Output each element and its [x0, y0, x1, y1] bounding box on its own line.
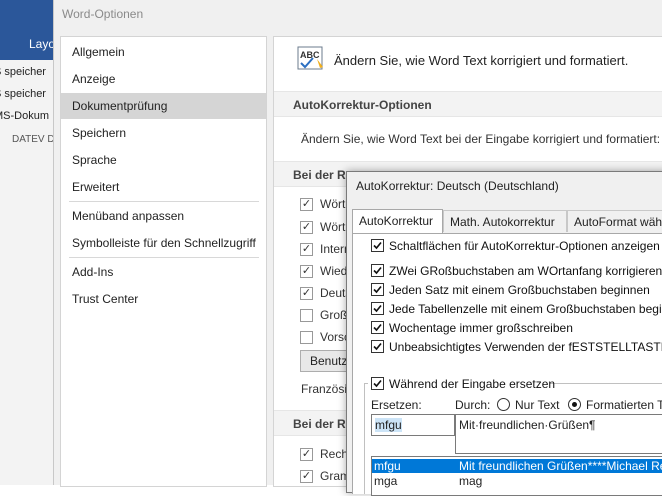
- checkmark-icon: [373, 379, 382, 388]
- nav-item-speichern[interactable]: Speichern: [61, 120, 266, 146]
- nav-item-add-ins[interactable]: Add-Ins: [61, 259, 266, 285]
- tab-math-autokorrektur[interactable]: Math. Autokorrektur: [443, 210, 567, 232]
- background-list-item: MS-Dokum: [0, 110, 50, 122]
- nav-item-trust-center[interactable]: Trust Center: [61, 286, 266, 312]
- ribbon-strip: [0, 0, 53, 60]
- option-label: Schaltflächen für AutoKorrektur-Optionen…: [389, 239, 660, 253]
- autocorrect-description: Ändern Sie, wie Word Text bei der Eingab…: [301, 132, 661, 146]
- tab-autokorrektur[interactable]: AutoKorrektur: [352, 209, 443, 233]
- dialog-title: Word-Optionen: [62, 7, 144, 21]
- spelling-option-label: Wied: [320, 264, 348, 278]
- option-label: Unbeabsichtigtes Verwenden der fESTSTELL…: [389, 340, 662, 354]
- list-item[interactable]: mfgu Mit freundlichen Grüßen****Michael …: [372, 459, 662, 473]
- background-list-item: S speicher: [0, 88, 46, 100]
- autocorrect-dialog-title: AutoKorrektur: Deutsch (Deutschland): [356, 179, 559, 193]
- spelling-option-checkbox[interactable]: ✓: [300, 198, 313, 211]
- spelling-option-checkbox[interactable]: [300, 309, 313, 322]
- checkmark-icon: [373, 323, 382, 332]
- radio-formatted-text[interactable]: [568, 398, 581, 411]
- ersetzen-label: Ersetzen:: [371, 398, 422, 412]
- page-header-text: Ändern Sie, wie Word Text korrigiert und…: [334, 53, 629, 68]
- svg-text:ABC: ABC: [300, 50, 320, 60]
- radio-plain-text-label: Nur Text: [515, 398, 560, 412]
- nav-divider: [69, 257, 259, 258]
- nav-item-anzeige[interactable]: Anzeige: [61, 66, 266, 92]
- option-checkbox-weekdays[interactable]: [371, 321, 384, 334]
- ersetzen-input[interactable]: mfgu: [371, 414, 455, 436]
- list-item-value: Mit freundlichen Grüßen****Michael Re: [459, 459, 662, 473]
- checkmark-icon: [373, 285, 382, 294]
- nav-item-menueband[interactable]: Menüband anpassen: [61, 203, 266, 229]
- spelling-option-checkbox[interactable]: [300, 331, 313, 344]
- grammar-option-checkbox[interactable]: ✓: [300, 470, 313, 483]
- abc-autocorrect-icon: ABC: [297, 46, 323, 70]
- nav-item-allgemein[interactable]: Allgemein: [61, 39, 266, 65]
- checkmark-icon: [373, 304, 382, 313]
- nav-item-schnellzugriff[interactable]: Symbolleiste für den Schnellzugriff: [61, 230, 266, 256]
- spelling-option-checkbox[interactable]: ✓: [300, 221, 313, 234]
- grammar-option-checkbox[interactable]: ✓: [300, 448, 313, 461]
- ersetzen-input-value: mfgu: [375, 418, 402, 432]
- option-checkbox-sentence-caps[interactable]: [371, 283, 384, 296]
- checkmark-icon: [373, 342, 382, 351]
- background-word-window: Layo S speicher S speicher MS-Dokum DATE…: [0, 0, 53, 485]
- option-checkbox-table-caps[interactable]: [371, 302, 384, 315]
- background-list-item: S speicher: [0, 66, 46, 78]
- option-checkbox-capslock[interactable]: [371, 340, 384, 353]
- list-item-key: mfgu: [374, 459, 401, 473]
- replace-while-typing-label: Während der Eingabe ersetzen: [389, 377, 556, 391]
- durch-label: Durch:: [455, 398, 491, 412]
- spelling-option-checkbox[interactable]: ✓: [300, 265, 313, 278]
- options-nav: Allgemein Anzeige Dokumentprüfung Speich…: [60, 36, 267, 487]
- list-item-value: mag: [459, 474, 483, 488]
- nav-item-sprache[interactable]: Sprache: [61, 147, 266, 173]
- radio-plain-text[interactable]: [497, 398, 510, 411]
- nav-divider: [69, 201, 259, 202]
- spelling-option-label: Wört: [320, 220, 346, 234]
- durch-input-value: Mit·freundlichen·Grüßen¶: [459, 418, 596, 432]
- list-item-key: mga: [374, 474, 398, 488]
- nav-item-dokumentpruefung[interactable]: Dokumentprüfung: [61, 93, 266, 119]
- spelling-option-label: Wört: [320, 197, 346, 211]
- section-autocorrect-options: AutoKorrektur-Optionen: [274, 91, 662, 117]
- spelling-option-checkbox[interactable]: ✓: [300, 243, 313, 256]
- option-label: Wochentage immer großschreiben: [389, 321, 573, 335]
- durch-input[interactable]: Mit·freundlichen·Grüßen¶: [455, 414, 662, 454]
- list-item[interactable]: mga mag: [372, 474, 662, 488]
- ribbon-tab-layout[interactable]: Layo: [29, 37, 53, 51]
- option-label: Jeden Satz mit einem Großbuchstaben begi…: [389, 283, 650, 297]
- tab-autoformat[interactable]: AutoFormat wäh: [567, 210, 662, 232]
- autocorrect-entries-list[interactable]: mfgu Mit freundlichen Grüßen****Michael …: [371, 456, 662, 496]
- checkmark-icon: [373, 241, 382, 250]
- nav-item-erweitert[interactable]: Erweitert: [61, 174, 266, 200]
- background-footer-label: DATEV D: [12, 134, 53, 145]
- option-checkbox-two-caps[interactable]: [371, 264, 384, 277]
- option-checkbox-show-buttons[interactable]: [371, 239, 384, 252]
- option-label: ZWei GRoßbuchstaben am WOrtanfang korrig…: [389, 264, 662, 278]
- spelling-option-checkbox[interactable]: ✓: [300, 287, 313, 300]
- option-label: Jede Tabellenzelle mit einem Großbuchsta…: [389, 302, 662, 316]
- replace-while-typing-checkbox[interactable]: [371, 377, 384, 390]
- checkmark-icon: [373, 266, 382, 275]
- radio-formatted-text-label: Formatierten Te: [586, 398, 662, 412]
